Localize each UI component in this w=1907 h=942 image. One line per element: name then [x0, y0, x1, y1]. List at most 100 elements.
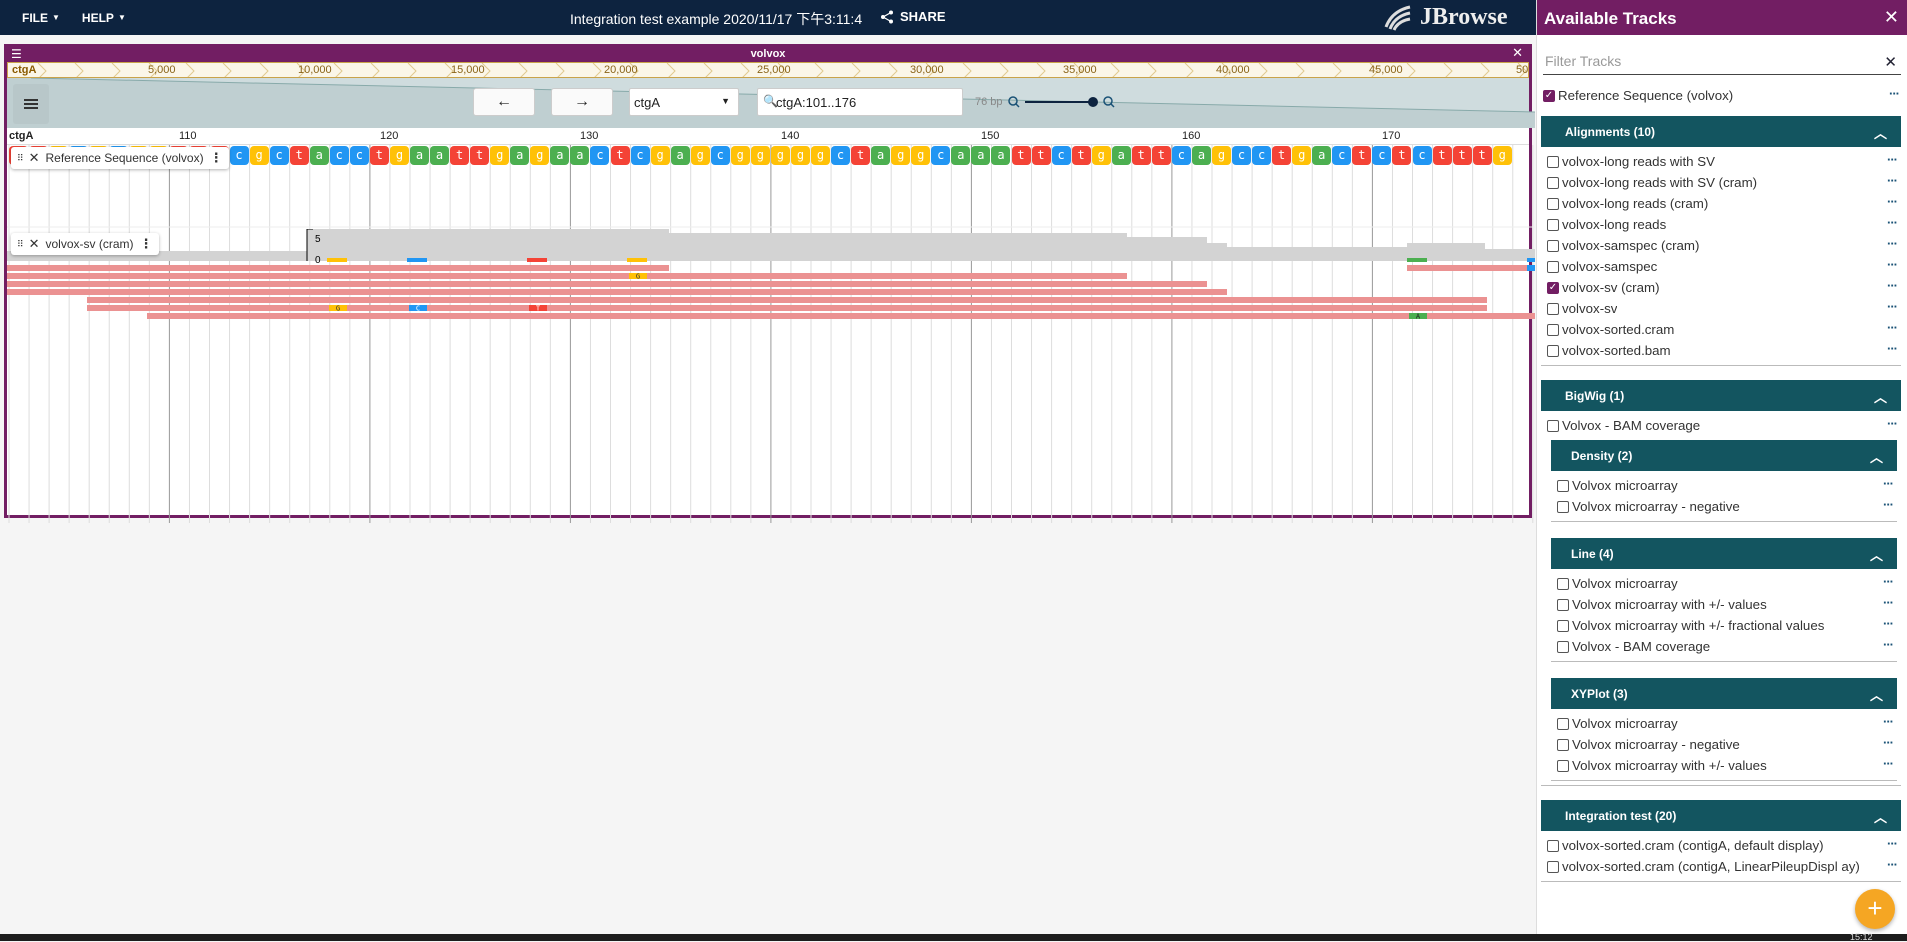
checkbox[interactable]	[1557, 619, 1569, 632]
zoom-slider-thumb[interactable]	[1088, 97, 1098, 107]
track-item[interactable]: ✓ volvox-sv (cram) ···	[1547, 277, 1898, 298]
chevron-up-icon[interactable]: ︿	[1870, 685, 1883, 704]
view-menu-icon[interactable]: ☰	[11, 47, 22, 61]
read[interactable]	[7, 281, 1207, 287]
chevron-up-icon[interactable]: ︿	[1870, 447, 1883, 466]
help-menu-button[interactable]: HELP ▼	[82, 11, 126, 25]
track-item-menu-icon[interactable]: ···	[1883, 756, 1894, 771]
close-track-icon[interactable]: ✕	[29, 150, 40, 166]
checkbox[interactable]	[1557, 640, 1569, 653]
checkbox[interactable]	[1547, 323, 1559, 336]
track-item[interactable]: volvox-long reads with SV (cram) ···	[1547, 172, 1898, 193]
track-item-menu-icon[interactable]: ···	[1887, 215, 1898, 230]
track-item[interactable]: volvox-sorted.cram (contigA, LinearPileu…	[1547, 856, 1898, 877]
reference-select[interactable]: ctgA ▼	[629, 88, 739, 116]
category-header[interactable]: Integration test (20) ︿	[1541, 800, 1901, 831]
read[interactable]	[7, 289, 1227, 295]
read[interactable]	[147, 313, 1535, 319]
track-item[interactable]: Volvox microarray - negative ···	[1557, 734, 1894, 755]
track-item-menu-icon[interactable]: ···	[1887, 194, 1898, 209]
track-item-menu-icon[interactable]: ···	[1883, 476, 1894, 491]
zoom-out-icon[interactable]	[1008, 96, 1020, 108]
close-view-icon[interactable]: ✕	[1512, 46, 1523, 60]
read[interactable]	[7, 265, 669, 271]
category-header[interactable]: Line (4) ︿	[1551, 538, 1897, 569]
track-item[interactable]: volvox-sorted.bam ···	[1547, 340, 1898, 361]
track-item-menu-icon[interactable]: ···	[1887, 857, 1898, 872]
track-item[interactable]: volvox-samspec ···	[1547, 256, 1898, 277]
overview-scale-bar[interactable]: ctgA 5,000 10,000 15,000 20,000 25,000 3…	[7, 62, 1529, 78]
read[interactable]	[1407, 265, 1535, 271]
scroll-right-button[interactable]: →	[551, 88, 613, 116]
track-item-menu-icon[interactable]: ···	[1887, 257, 1898, 272]
track-item[interactable]: Volvox microarray ···	[1557, 573, 1894, 594]
track-item-menu-icon[interactable]: ···	[1883, 595, 1894, 610]
read[interactable]	[87, 297, 1487, 303]
checkbox[interactable]	[1547, 839, 1559, 852]
category-header[interactable]: BigWig (1) ︿	[1541, 380, 1901, 411]
track-item-menu-icon[interactable]: ···	[1887, 299, 1898, 314]
checkbox[interactable]	[1557, 717, 1569, 730]
track-item[interactable]: Volvox microarray ···	[1557, 475, 1894, 496]
track-item-menu-icon[interactable]: ···	[1887, 173, 1898, 188]
track-item[interactable]: Volvox microarray with +/- values ···	[1557, 755, 1894, 776]
checkbox[interactable]	[1547, 176, 1559, 189]
track-item-menu-icon[interactable]: ···	[1883, 497, 1894, 512]
track-selector-button[interactable]	[13, 84, 49, 124]
track-item-menu-icon[interactable]: ···	[1887, 341, 1898, 356]
track-item[interactable]: Volvox - BAM coverage ···	[1557, 636, 1894, 657]
track-item[interactable]: Volvox microarray with +/- fractional va…	[1557, 615, 1894, 636]
filter-tracks-input[interactable]: Filter Tracks ✕	[1543, 53, 1901, 75]
category-header[interactable]: XYPlot (3) ︿	[1551, 678, 1897, 709]
category-header[interactable]: Alignments (10) ︿	[1541, 116, 1901, 147]
track-item[interactable]: volvox-sorted.cram (contigA, default dis…	[1547, 835, 1898, 856]
track-item-menu-icon[interactable]: ···	[1887, 278, 1898, 293]
track-item-menu-icon[interactable]: ···	[1883, 735, 1894, 750]
track-item-menu-icon[interactable]: ···	[1887, 836, 1898, 851]
checkbox[interactable]	[1557, 759, 1569, 772]
read[interactable]	[7, 273, 1127, 279]
read[interactable]	[87, 305, 1487, 311]
track-item[interactable]: Volvox microarray - negative ···	[1557, 496, 1894, 517]
scroll-left-button[interactable]: ←	[473, 88, 535, 116]
clear-filter-icon[interactable]: ✕	[1884, 53, 1897, 71]
zoom-in-icon[interactable]	[1103, 96, 1115, 108]
track-item[interactable]: volvox-sv ···	[1547, 298, 1898, 319]
track-item[interactable]: volvox-long reads with SV ···	[1547, 151, 1898, 172]
drag-handle-icon[interactable]: ⠿	[17, 239, 24, 250]
checkbox[interactable]	[1547, 260, 1559, 273]
chevron-up-icon[interactable]: ︿	[1874, 123, 1887, 142]
checkbox[interactable]	[1547, 419, 1559, 432]
track-item[interactable]: ✓ Reference Sequence (volvox) ···	[1543, 85, 1900, 106]
location-search-input[interactable]: 🔍 ctgA:101..176	[757, 88, 963, 116]
track-item-menu-icon[interactable]: ···	[1887, 320, 1898, 335]
track-item-menu-icon[interactable]: ···	[1887, 152, 1898, 167]
track-item[interactable]: Volvox microarray with +/- values ···	[1557, 594, 1894, 615]
track-item[interactable]: Volvox - BAM coverage ···	[1547, 415, 1898, 436]
tracks-container[interactable]: ttgcgcggtttcgctacctgaattgagaactcgagcgggg…	[7, 145, 1535, 523]
alignments-track[interactable]: G G C T A 5 0	[7, 229, 1535, 339]
drag-handle-icon[interactable]: ⠿	[17, 153, 24, 164]
track-item-menu-icon[interactable]: ···	[1887, 236, 1898, 251]
checkbox[interactable]	[1547, 302, 1559, 315]
track-item-menu-icon[interactable]: ···	[1883, 574, 1894, 589]
close-drawer-icon[interactable]: ✕	[1884, 7, 1899, 28]
checkbox[interactable]	[1557, 598, 1569, 611]
checkbox[interactable]	[1547, 218, 1559, 231]
track-item-menu-icon[interactable]: ···	[1889, 86, 1900, 101]
checkbox-checked[interactable]: ✓	[1543, 89, 1555, 102]
share-button[interactable]: SHARE	[880, 9, 946, 24]
close-track-icon[interactable]: ✕	[29, 236, 40, 252]
checkbox[interactable]	[1557, 479, 1569, 492]
checkbox-checked[interactable]: ✓	[1547, 281, 1559, 294]
checkbox[interactable]	[1557, 500, 1569, 513]
category-header[interactable]: Density (2) ︿	[1551, 440, 1897, 471]
checkbox[interactable]	[1547, 344, 1559, 357]
checkbox[interactable]	[1547, 860, 1559, 873]
track-item[interactable]: volvox-sorted.cram ···	[1547, 319, 1898, 340]
chevron-up-icon[interactable]: ︿	[1874, 387, 1887, 406]
checkbox[interactable]	[1547, 239, 1559, 252]
checkbox[interactable]	[1547, 155, 1559, 168]
track-item-menu-icon[interactable]: ···	[1883, 714, 1894, 729]
track-item-menu-icon[interactable]: ···	[1883, 616, 1894, 631]
